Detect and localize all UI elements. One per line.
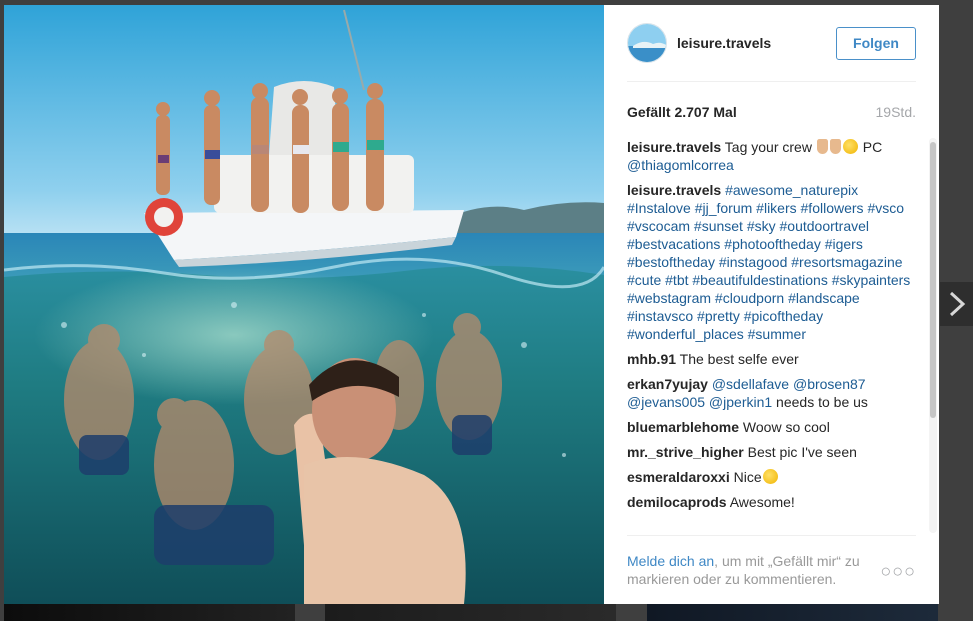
chevron-right-icon (949, 291, 965, 317)
underwater-selfie-image (4, 5, 604, 604)
post-timestamp[interactable]: 19Std. (876, 104, 916, 120)
background-thumbnail[interactable] (4, 604, 295, 621)
comment-author[interactable]: erkan7yujay (627, 376, 708, 392)
comment-text: PC (858, 139, 883, 155)
likes-count: Gefällt 2.707 Mal (627, 104, 737, 120)
post-sidebar: leisure.travels Folgen Gefällt 2.707 Mal… (604, 5, 939, 604)
comment-item: mr._strive_higher Best pic I've seen (627, 443, 919, 461)
more-options-icon[interactable]: ○○○ (880, 562, 916, 580)
avatar[interactable] (627, 23, 667, 63)
login-prompt: Melde dich an, um mit „Gefällt mir“ zu m… (627, 552, 882, 588)
comment-text: The best selfe ever (676, 351, 799, 367)
background-thumbnail[interactable] (325, 604, 616, 621)
comment-item: esmeraldaroxxi Nice (627, 468, 919, 486)
login-link[interactable]: Melde dich an (627, 553, 714, 569)
hand-emoji-icon (816, 139, 828, 154)
comment-author[interactable]: leisure.travels (627, 182, 721, 198)
post-photo[interactable] (4, 5, 604, 604)
comment-link[interactable]: #awesome_naturepix #Instalove #jj_forum … (627, 182, 910, 342)
comment-author[interactable]: leisure.travels (627, 139, 721, 155)
comment-text: Woow so cool (739, 419, 830, 435)
post-footer: Melde dich an, um mit „Gefällt mir“ zu m… (627, 535, 916, 604)
face-emoji-icon (842, 139, 858, 154)
comment-item: demilocaprods Awesome! (627, 493, 919, 511)
comment-item: bluemarblehome Woow so cool (627, 418, 919, 436)
likes-row: Gefällt 2.707 Mal 19Std. (627, 101, 916, 123)
username[interactable]: leisure.travels (677, 35, 771, 51)
avatar-image (628, 24, 666, 62)
comment-author[interactable]: mr._strive_higher (627, 444, 744, 460)
hand-emoji-icon (829, 139, 841, 154)
comment-author[interactable]: mhb.91 (627, 351, 676, 367)
comment-text: Awesome! (726, 494, 795, 510)
face-emoji-icon (762, 469, 778, 484)
post-header: leisure.travels Folgen (627, 5, 916, 82)
post-modal: leisure.travels Folgen Gefällt 2.707 Mal… (4, 5, 939, 604)
comment-text: Tag your crew (721, 139, 816, 155)
comment-text: Best pic I've seen (743, 444, 857, 460)
background-thumbnail[interactable] (647, 604, 938, 621)
comment-item: leisure.travels #awesome_naturepix #Inst… (627, 181, 919, 343)
comment-author[interactable]: bluemarblehome (627, 419, 739, 435)
scrollbar-thumb[interactable] (930, 142, 936, 418)
comment-item: leisure.travels Tag your crew PC @thiago… (627, 138, 919, 174)
comment-author[interactable]: demilocaprods (627, 494, 727, 510)
comments-scrollbar[interactable] (929, 138, 937, 533)
comment-link[interactable]: @thiagomlcorrea (627, 157, 734, 173)
comment-text: Nice (729, 469, 762, 485)
follow-button[interactable]: Folgen (836, 26, 916, 60)
instagram-post-viewer: leisure.travels Folgen Gefällt 2.707 Mal… (0, 0, 973, 621)
comment-text: needs to be us (772, 394, 868, 410)
comment-item: erkan7yujay @sdellafave @brosen87 @jevan… (627, 375, 919, 411)
next-post-button[interactable] (940, 282, 973, 326)
comment-author[interactable]: esmeraldaroxxi (627, 469, 730, 485)
comments-list[interactable]: leisure.travels Tag your crew PC @thiago… (627, 138, 919, 533)
comment-item: mhb.91 The best selfe ever (627, 350, 919, 368)
